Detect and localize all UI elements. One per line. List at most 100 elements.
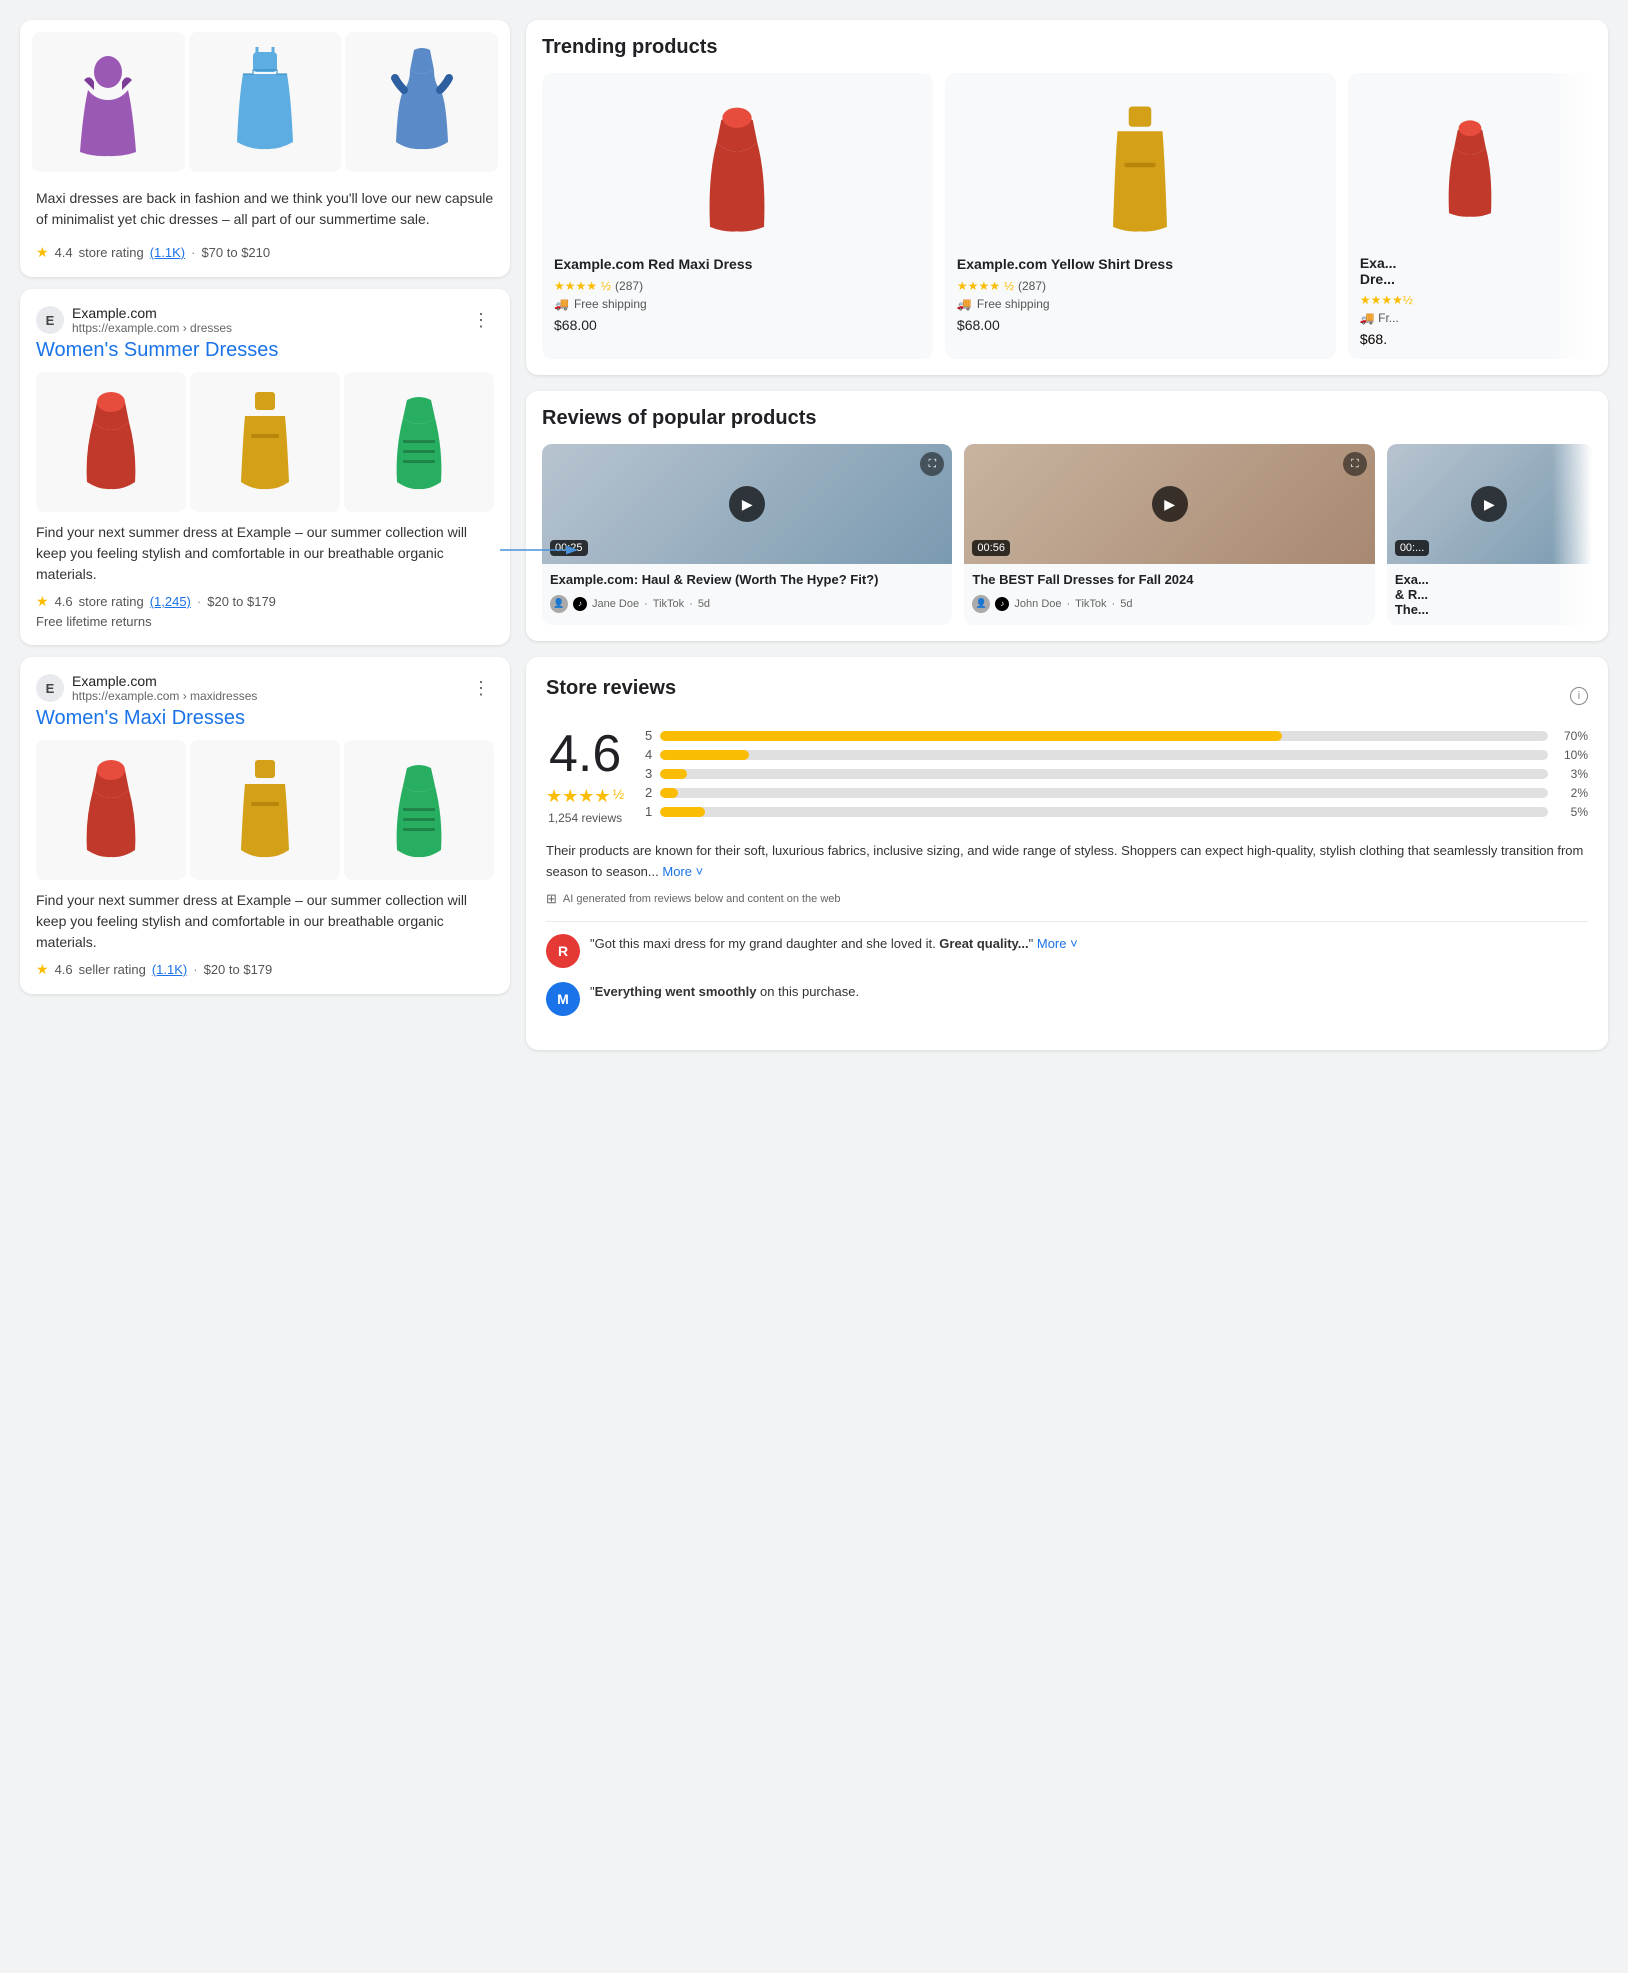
reviews-title: Reviews of popular products (542, 407, 1592, 430)
entry2-dress-red[interactable] (36, 740, 186, 880)
store-reviews-title: Store reviews (546, 677, 676, 700)
reviewer-avatar-m: M (546, 982, 580, 1016)
truck-icon-2: 🚚 (957, 297, 972, 311)
review-item-1: R "Got this maxi dress for my grand daug… (546, 934, 1588, 968)
entry2-dress-green[interactable] (344, 740, 494, 880)
bar-container-3 (660, 769, 1548, 779)
top-card-rating-count[interactable]: (1.1K) (150, 245, 185, 260)
entry1-green-dress (379, 382, 459, 502)
review-item-2: M "Everything went smoothly on this purc… (546, 982, 1588, 1016)
video-card-1[interactable]: ▶ 00:25 ⛶ Example.com: Haul & Review (Wo… (542, 444, 952, 625)
store-reviews-section: Store reviews i 4.6 ★★★★½ 1,254 reviews … (526, 657, 1608, 1050)
video-duration-3: 00:... (1395, 540, 1429, 556)
entry1-site: E Example.com https://example.com › dres… (36, 305, 232, 335)
left-panel: Maxi dresses are back in fashion and we … (20, 20, 510, 1953)
entry1-site-icon: E (36, 306, 64, 334)
author-name-2: John Doe (1014, 598, 1061, 610)
store-reviews-header: Store reviews i (546, 677, 1588, 714)
stars-row-overview: ★★★★½ (546, 786, 624, 807)
product2-stars: ★★★★½ (287) (957, 279, 1324, 293)
author-avatar-2: 👤 (972, 595, 990, 613)
bar-container-5 (660, 731, 1548, 741)
entry1-site-name: Example.com (72, 305, 232, 321)
video-title-2: The BEST Fall Dresses for Fall 2024 (972, 572, 1366, 589)
video-author-1: 👤 ♪ Jane Doe · TikTok · 5d (550, 595, 944, 613)
video-author-2: 👤 ♪ John Doe · TikTok · 5d (972, 595, 1366, 613)
product3-price-partial: $68. (1360, 331, 1580, 347)
product1-price: $68.00 (554, 317, 921, 333)
product-card-partial[interactable]: Exa...Dre... ★★★★½ 🚚 Fr... $68. (1348, 73, 1592, 359)
product2-shipping: 🚚 Free shipping (957, 297, 1324, 311)
entry1-dress-red[interactable] (36, 372, 186, 512)
video-info-2: The BEST Fall Dresses for Fall 2024 👤 ♪ … (964, 564, 1374, 621)
review-text-2: "Everything went smoothly on this purcha… (590, 982, 859, 1016)
trending-title: Trending products (542, 36, 1592, 59)
ai-badge-icon: ⊞ (546, 891, 557, 907)
product-image-red (554, 85, 921, 245)
entry1-site-info: Example.com https://example.com › dresse… (72, 305, 232, 335)
entry1-header: E Example.com https://example.com › dres… (36, 305, 494, 335)
time-ago-2: 5d (1120, 598, 1132, 610)
entry2-header: E Example.com https://example.com › maxi… (36, 673, 494, 703)
video-card-2[interactable]: ▶ 00:56 ⛶ The BEST Fall Dresses for Fall… (964, 444, 1374, 625)
review-more-link-1[interactable]: More ˅ (1037, 936, 1078, 951)
product-partial-dress-svg (1435, 100, 1505, 230)
blue-dress-svg (382, 42, 462, 162)
entry1-more-icon[interactable]: ⋮ (468, 306, 494, 335)
top-card-rating-label: store rating (79, 245, 144, 260)
entry1-yellow-dress (225, 382, 305, 502)
product1-title: Example.com Red Maxi Dress (554, 255, 921, 273)
partial-overlay (1552, 73, 1592, 359)
product-card-yellow[interactable]: Example.com Yellow Shirt Dress ★★★★½ (28… (945, 73, 1336, 359)
play-button-2[interactable]: ▶ (1152, 486, 1188, 522)
bar-pct-2: 2% (1556, 786, 1588, 800)
entry2-title[interactable]: Women's Maxi Dresses (36, 707, 494, 730)
review-bold-2: Everything went smoothly (595, 984, 757, 999)
entry2-rating-count[interactable]: (1.1K) (152, 962, 187, 977)
rating-num-4: 4 (644, 747, 652, 762)
ai-summary-more-link[interactable]: More ˅ (662, 864, 703, 879)
entry2-site-icon: E (36, 674, 64, 702)
entry2-dress-row (36, 740, 494, 890)
bar-pct-3: 3% (1556, 767, 1588, 781)
entry1-rating-count[interactable]: (1,245) (150, 594, 191, 609)
bar-fill-2 (660, 788, 678, 798)
entry2-meta: ★ 4.6 seller rating (1.1K) · $20 to $179 (36, 961, 494, 978)
entry2-site-info: Example.com https://example.com › maxidr… (72, 673, 257, 703)
video-row: ▶ 00:25 ⛶ Example.com: Haul & Review (Wo… (542, 444, 1592, 625)
review-bold-1: Great quality... (939, 936, 1028, 951)
product-card-red[interactable]: Example.com Red Maxi Dress ★★★★½ (287) 🚚… (542, 73, 933, 359)
entry1-title[interactable]: Women's Summer Dresses (36, 339, 494, 362)
entry1-free-returns: Free lifetime returns (36, 614, 494, 629)
top-card-rating: 4.4 (55, 245, 73, 260)
video-card-3-partial[interactable]: ▶ 00:... Exa...& R...The... (1387, 444, 1592, 625)
video-title-1: Example.com: Haul & Review (Worth The Hy… (550, 572, 944, 589)
dress-item-blue[interactable] (345, 32, 498, 172)
expand-btn-2[interactable]: ⛶ (1343, 452, 1367, 476)
entry1-meta: ★ 4.6 store rating (1,245) · $20 to $179 (36, 593, 494, 610)
entry2-green-dress (379, 750, 459, 870)
ai-badge-text: AI generated from reviews below and cont… (563, 893, 841, 905)
play-button-1[interactable]: ▶ (729, 486, 765, 522)
entry2-dress-yellow[interactable] (190, 740, 340, 880)
reviewer-avatar-r: R (546, 934, 580, 968)
video-duration-2: 00:56 (972, 540, 1010, 556)
dress-item-teal[interactable] (189, 32, 342, 172)
bar-container-4 (660, 750, 1548, 760)
rating-row-1: 1 5% (644, 804, 1588, 819)
entry2-more-icon[interactable]: ⋮ (468, 674, 494, 703)
top-card: Maxi dresses are back in fashion and we … (20, 20, 510, 277)
entry1-dress-yellow[interactable] (190, 372, 340, 512)
entry1-red-dress (71, 382, 151, 502)
entry1-description: Find your next summer dress at Example –… (36, 522, 494, 585)
dress-item-purple[interactable] (32, 32, 185, 172)
entry2-price: $20 to $179 (204, 962, 273, 977)
time-ago-1: 5d (698, 598, 710, 610)
entry2-red-dress (71, 750, 151, 870)
play-button-3[interactable]: ▶ (1471, 486, 1507, 522)
info-icon[interactable]: i (1570, 687, 1588, 705)
platform-1: TikTok (653, 598, 684, 610)
rating-row-2: 2 2% (644, 785, 1588, 800)
entry2-rating: 4.6 (55, 962, 73, 977)
entry1-dress-green[interactable] (344, 372, 494, 512)
